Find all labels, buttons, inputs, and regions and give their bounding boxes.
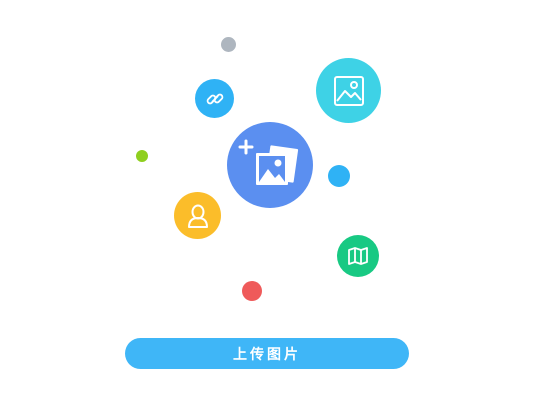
user-bubble bbox=[174, 192, 221, 239]
image-bubble bbox=[316, 58, 381, 123]
add-photos-icon bbox=[238, 139, 299, 185]
image-icon bbox=[333, 75, 364, 106]
decorative-dot-green bbox=[136, 150, 148, 162]
link-icon bbox=[206, 93, 223, 104]
map-bubble bbox=[337, 235, 379, 277]
upload-stage: 上传图片 bbox=[0, 0, 550, 400]
map-icon bbox=[348, 247, 368, 265]
link-bubble bbox=[195, 79, 234, 118]
upload-image-button[interactable]: 上传图片 bbox=[125, 338, 409, 369]
decorative-dot-blue bbox=[328, 165, 350, 187]
user-icon bbox=[187, 204, 208, 228]
decorative-dot-gray bbox=[221, 37, 236, 52]
decorative-dot-red bbox=[242, 281, 262, 301]
add-photos-bubble[interactable] bbox=[227, 122, 313, 208]
